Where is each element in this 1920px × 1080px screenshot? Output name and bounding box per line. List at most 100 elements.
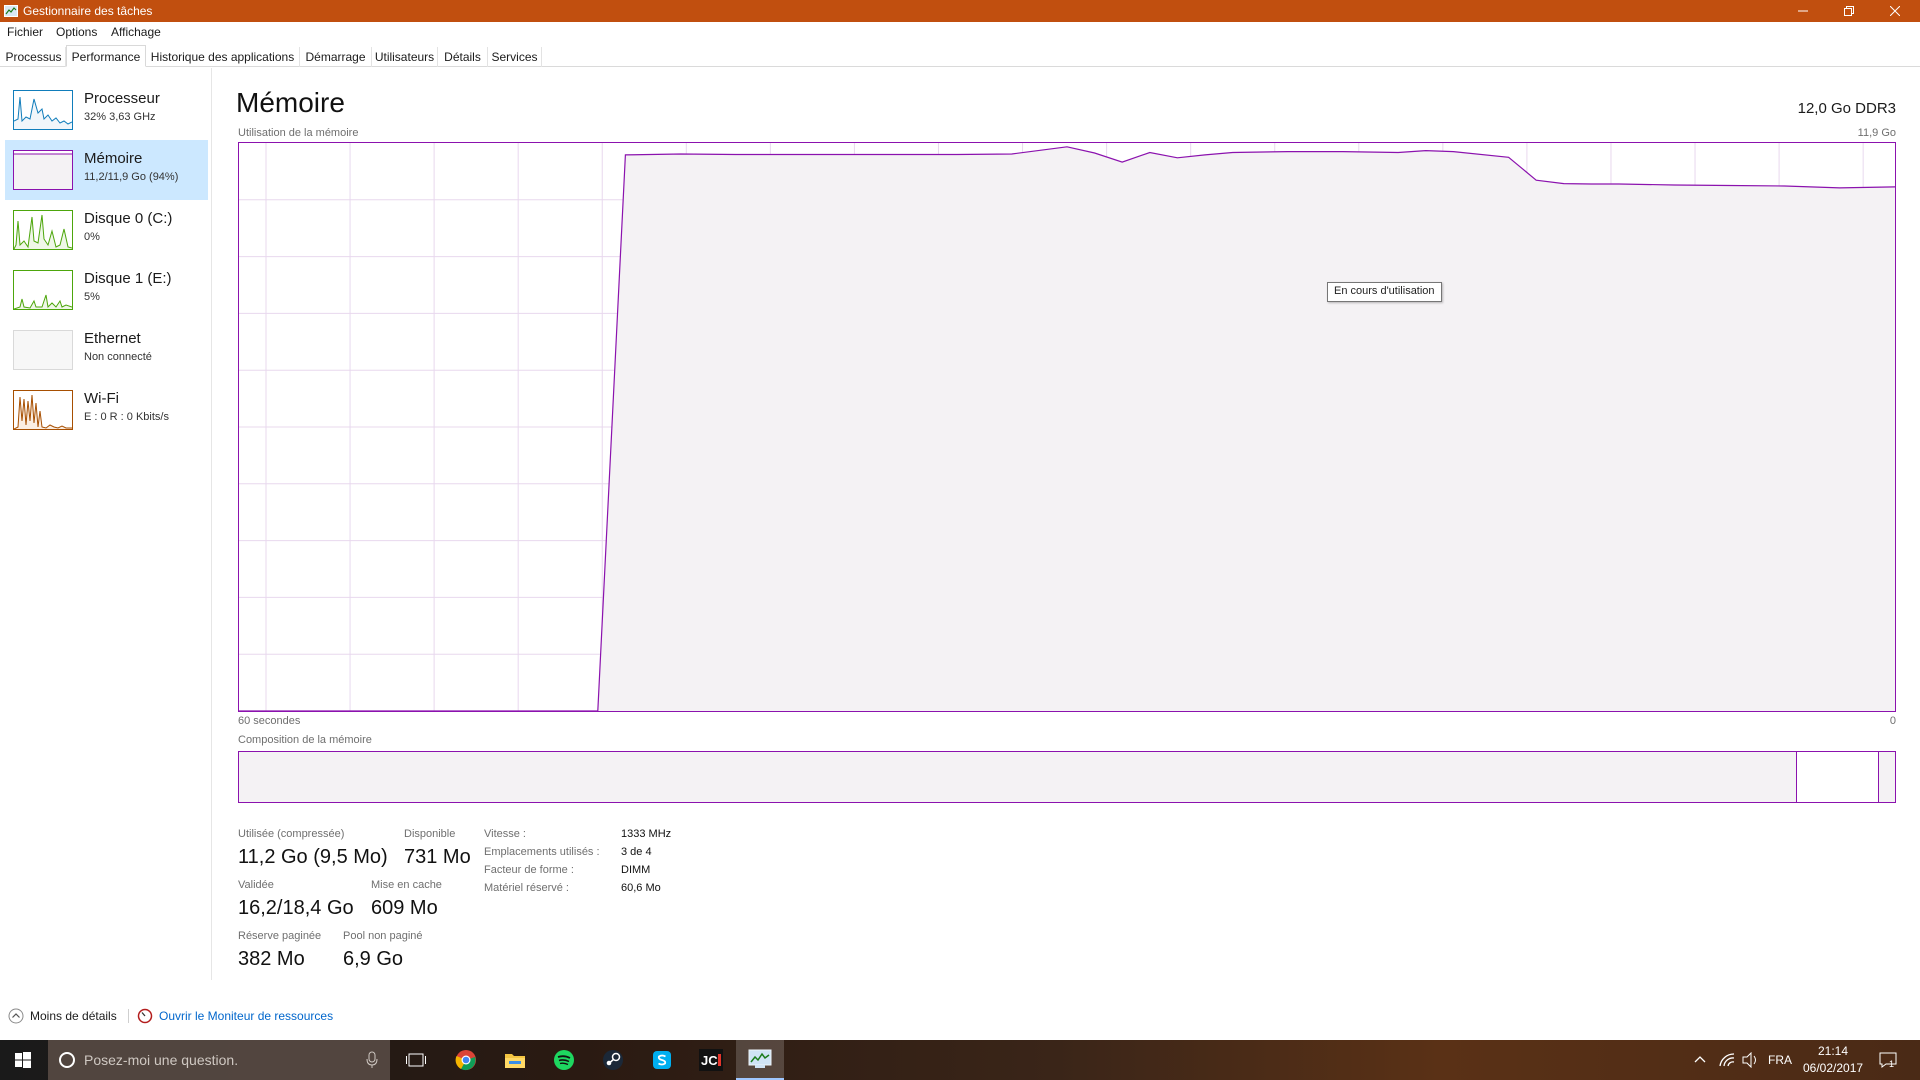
sidebar-item-label: Mémoire (84, 150, 143, 167)
sidebar-item-processeur[interactable]: Processeur 32% 3,63 GHz (5, 80, 208, 140)
page-title: Mémoire (236, 87, 345, 118)
cortana-icon (59, 1052, 75, 1068)
graph-tooltip: En cours d'utilisation (1327, 282, 1442, 302)
restore-button[interactable] (1826, 0, 1872, 22)
tab-performance[interactable]: Performance (66, 45, 146, 67)
spec-speed-label: Vitesse : (484, 828, 526, 840)
memory-composition-bar[interactable] (238, 751, 1896, 803)
taskbar-chrome[interactable] (442, 1040, 490, 1080)
tab-historique[interactable]: Historique des applications (146, 47, 300, 67)
disk1-mini-graph (13, 270, 73, 310)
tab-details[interactable]: Détails (438, 47, 488, 67)
tab-utilisateurs[interactable]: Utilisateurs (372, 47, 438, 67)
file-explorer-icon (505, 1054, 525, 1068)
paged-pool-label: Réserve paginée (238, 930, 322, 942)
volume-icon[interactable] (1742, 1052, 1760, 1068)
time-right-label: 0 (1889, 715, 1896, 727)
menu-affichage[interactable]: Affichage (111, 25, 161, 39)
taskbar-skype[interactable] (638, 1040, 686, 1080)
sidebar-item-sub: 11,2/11,9 Go (94%) (84, 171, 179, 183)
restore-icon (1844, 6, 1854, 16)
taskbar-spotify[interactable] (540, 1040, 588, 1080)
tab-demarrage[interactable]: Démarrage (300, 47, 372, 67)
sidebar-item-memoire[interactable]: Mémoire 11,2/11,9 Go (94%) (5, 140, 208, 200)
svg-text:JC: JC (701, 1053, 718, 1068)
taskbar-steam[interactable] (589, 1040, 637, 1080)
sidebar-item-label: Disque 1 (E:) (84, 270, 172, 287)
show-hidden-icons-icon[interactable] (1694, 1054, 1706, 1064)
tab-processus[interactable]: Processus (2, 47, 66, 67)
start-button[interactable] (0, 1040, 46, 1080)
cpu-mini-graph (13, 90, 73, 130)
memory-usage-area (597, 146, 1895, 711)
title-bar[interactable]: Gestionnaire des tâches (0, 0, 1920, 22)
available-value: 731 Mo (404, 846, 471, 868)
taskbar-jc-app[interactable]: JC (687, 1040, 735, 1080)
performance-sidebar: Processeur 32% 3,63 GHz Mémoire 11,2/11,… (0, 68, 212, 980)
memory-spec: 12,0 Go DDR3 (1797, 100, 1896, 117)
committed-value: 16,2/18,4 Go (238, 897, 354, 919)
sidebar-item-label: Processeur (84, 90, 160, 107)
committed-label: Validée (238, 879, 274, 891)
spec-form-value: DIMM (621, 864, 651, 876)
microphone-icon (366, 1051, 378, 1068)
memory-usage-graph[interactable] (238, 142, 1896, 712)
tab-strip: Processus Performance Historique des app… (0, 45, 1920, 67)
windows-logo-icon (15, 1052, 31, 1068)
sidebar-item-sub: 32% 3,63 GHz (84, 111, 156, 123)
network-wifi-icon[interactable] (1718, 1052, 1736, 1068)
fewer-details-button[interactable]: Moins de détails (8, 1006, 117, 1026)
task-view-button[interactable] (392, 1040, 440, 1080)
composition-free-segment (1796, 752, 1879, 802)
cortana-search-box[interactable]: Posez-moi une question. (48, 1040, 390, 1080)
taskbar-task-manager[interactable] (736, 1040, 784, 1080)
minimize-icon (1798, 10, 1808, 12)
jc-app-icon: JC (699, 1049, 723, 1071)
memory-mini-graph (13, 150, 73, 190)
time-left-label: 60 secondes (238, 715, 301, 727)
task-manager-app-icon (4, 5, 18, 17)
task-view-icon (406, 1053, 426, 1067)
available-label: Disponible (404, 828, 456, 840)
menu-fichier[interactable]: Fichier (7, 25, 43, 39)
wifi-mini-graph (13, 390, 73, 430)
spec-reserved-label: Matériel réservé : (484, 882, 569, 894)
spec-slots-value: 3 de 4 (621, 846, 652, 858)
composition-title: Composition de la mémoire (238, 734, 372, 746)
sidebar-item-sub: Non connecté (84, 351, 152, 363)
open-resource-monitor-link[interactable]: Ouvrir le Moniteur de ressources (137, 1006, 333, 1026)
action-center-button[interactable]: 1 (1878, 1050, 1898, 1070)
taskbar-file-explorer[interactable] (491, 1040, 539, 1080)
clock-date[interactable]: 06/02/2017 (1803, 1061, 1863, 1075)
clock-time[interactable]: 21:14 (1818, 1044, 1848, 1058)
notification-icon (1879, 1052, 1897, 1068)
menu-options[interactable]: Options (56, 25, 97, 39)
tab-services[interactable]: Services (488, 47, 542, 67)
graph-max-label: 11,9 Go (1857, 127, 1896, 139)
used-value: 11,2 Go (9,5 Mo) (238, 846, 388, 868)
sidebar-item-label: Disque 0 (C:) (84, 210, 173, 227)
sidebar-item-ethernet[interactable]: Ethernet Non connecté (5, 320, 208, 380)
cached-value: 609 Mo (371, 897, 438, 919)
language-indicator[interactable]: FRA (1768, 1053, 1792, 1067)
disk0-mini-graph (13, 210, 73, 250)
resource-monitor-label: Ouvrir le Moniteur de ressources (159, 1009, 334, 1023)
sidebar-item-disque-0[interactable]: Disque 0 (C:) 0% (5, 200, 208, 260)
close-button[interactable] (1872, 0, 1918, 22)
footer-divider (128, 1009, 129, 1023)
ethernet-mini-graph (13, 330, 73, 370)
taskbar: Posez-moi une question. JC FRA 21:14 06/… (0, 1040, 1920, 1080)
chrome-icon (455, 1050, 476, 1071)
chevron-up-circle-icon (8, 1008, 24, 1024)
sidebar-item-sub: 0% (84, 231, 100, 243)
sidebar-item-wifi[interactable]: Wi-Fi E : 0 R : 0 Kbits/s (5, 380, 208, 440)
cached-label: Mise en cache (371, 879, 442, 891)
sidebar-item-disque-1[interactable]: Disque 1 (E:) 5% (5, 260, 208, 320)
minimize-button[interactable] (1780, 0, 1826, 22)
spec-slots-label: Emplacements utilisés : (484, 846, 600, 858)
task-manager-icon (748, 1049, 772, 1068)
nonpaged-pool-label: Pool non paginé (343, 930, 423, 942)
sidebar-item-label: Ethernet (84, 330, 141, 347)
menu-bar: Fichier Options Affichage (0, 22, 1920, 43)
memory-usage-chart (239, 143, 1895, 711)
